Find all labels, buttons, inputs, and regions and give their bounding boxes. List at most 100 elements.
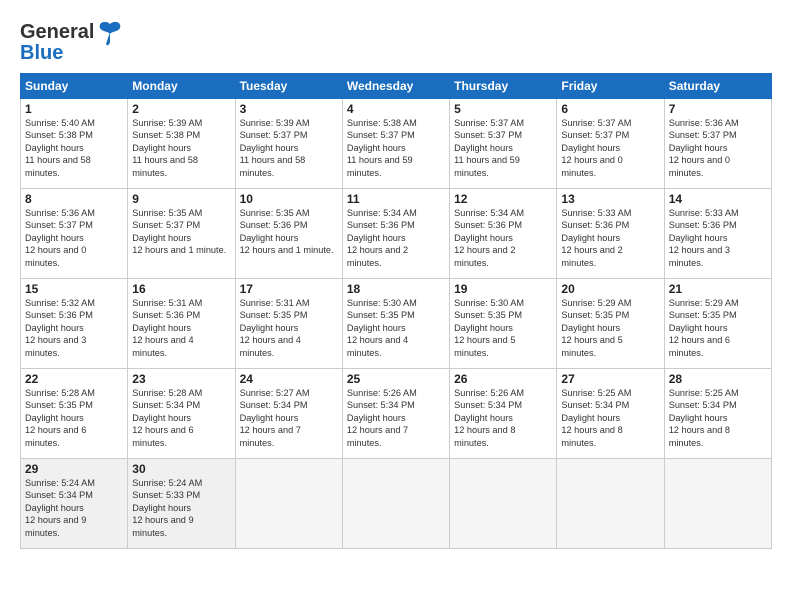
cell-text: Sunrise: 5:39 AMSunset: 5:37 PMDaylight … — [240, 117, 338, 179]
calendar-cell — [664, 459, 771, 549]
day-number: 24 — [240, 372, 338, 386]
weekday-header-wednesday: Wednesday — [342, 74, 449, 99]
calendar-cell: 17Sunrise: 5:31 AMSunset: 5:35 PMDayligh… — [235, 279, 342, 369]
day-number: 25 — [347, 372, 445, 386]
calendar-cell: 12Sunrise: 5:34 AMSunset: 5:36 PMDayligh… — [450, 189, 557, 279]
day-number: 10 — [240, 192, 338, 206]
cell-text: Sunrise: 5:28 AMSunset: 5:34 PMDaylight … — [132, 387, 230, 449]
weekday-header-friday: Friday — [557, 74, 664, 99]
cell-text: Sunrise: 5:30 AMSunset: 5:35 PMDaylight … — [347, 297, 445, 359]
cell-text: Sunrise: 5:31 AMSunset: 5:35 PMDaylight … — [240, 297, 338, 359]
calendar-week-1: 1Sunrise: 5:40 AMSunset: 5:38 PMDaylight… — [21, 99, 772, 189]
cell-text: Sunrise: 5:24 AMSunset: 5:34 PMDaylight … — [25, 477, 123, 539]
cell-text: Sunrise: 5:40 AMSunset: 5:38 PMDaylight … — [25, 117, 123, 179]
day-number: 22 — [25, 372, 123, 386]
cell-text: Sunrise: 5:36 AMSunset: 5:37 PMDaylight … — [669, 117, 767, 179]
calendar-cell: 27Sunrise: 5:25 AMSunset: 5:34 PMDayligh… — [557, 369, 664, 459]
calendar-cell: 24Sunrise: 5:27 AMSunset: 5:34 PMDayligh… — [235, 369, 342, 459]
day-number: 29 — [25, 462, 123, 476]
calendar-week-5: 29Sunrise: 5:24 AMSunset: 5:34 PMDayligh… — [21, 459, 772, 549]
cell-text: Sunrise: 5:39 AMSunset: 5:38 PMDaylight … — [132, 117, 230, 179]
cell-text: Sunrise: 5:28 AMSunset: 5:35 PMDaylight … — [25, 387, 123, 449]
day-number: 4 — [347, 102, 445, 116]
calendar-cell: 15Sunrise: 5:32 AMSunset: 5:36 PMDayligh… — [21, 279, 128, 369]
day-number: 20 — [561, 282, 659, 296]
calendar-cell: 6Sunrise: 5:37 AMSunset: 5:37 PMDaylight… — [557, 99, 664, 189]
day-number: 30 — [132, 462, 230, 476]
cell-text: Sunrise: 5:36 AMSunset: 5:37 PMDaylight … — [25, 207, 123, 269]
day-number: 16 — [132, 282, 230, 296]
calendar-cell: 21Sunrise: 5:29 AMSunset: 5:35 PMDayligh… — [664, 279, 771, 369]
day-number: 6 — [561, 102, 659, 116]
cell-text: Sunrise: 5:29 AMSunset: 5:35 PMDaylight … — [561, 297, 659, 359]
calendar-cell: 16Sunrise: 5:31 AMSunset: 5:36 PMDayligh… — [128, 279, 235, 369]
calendar-cell — [557, 459, 664, 549]
day-number: 21 — [669, 282, 767, 296]
calendar-cell: 3Sunrise: 5:39 AMSunset: 5:37 PMDaylight… — [235, 99, 342, 189]
day-number: 9 — [132, 192, 230, 206]
calendar-week-2: 8Sunrise: 5:36 AMSunset: 5:37 PMDaylight… — [21, 189, 772, 279]
day-number: 26 — [454, 372, 552, 386]
weekday-header-sunday: Sunday — [21, 74, 128, 99]
day-number: 1 — [25, 102, 123, 116]
cell-text: Sunrise: 5:38 AMSunset: 5:37 PMDaylight … — [347, 117, 445, 179]
cell-text: Sunrise: 5:33 AMSunset: 5:36 PMDaylight … — [561, 207, 659, 269]
day-number: 18 — [347, 282, 445, 296]
cell-text: Sunrise: 5:34 AMSunset: 5:36 PMDaylight … — [454, 207, 552, 269]
day-number: 5 — [454, 102, 552, 116]
day-number: 11 — [347, 192, 445, 206]
day-number: 12 — [454, 192, 552, 206]
page: General Blue SundayMondayTuesdayWednesda… — [0, 0, 792, 612]
calendar-cell: 2Sunrise: 5:39 AMSunset: 5:38 PMDaylight… — [128, 99, 235, 189]
cell-text: Sunrise: 5:34 AMSunset: 5:36 PMDaylight … — [347, 207, 445, 269]
day-number: 14 — [669, 192, 767, 206]
day-number: 8 — [25, 192, 123, 206]
cell-text: Sunrise: 5:27 AMSunset: 5:34 PMDaylight … — [240, 387, 338, 449]
calendar-cell: 18Sunrise: 5:30 AMSunset: 5:35 PMDayligh… — [342, 279, 449, 369]
weekday-header-saturday: Saturday — [664, 74, 771, 99]
cell-text: Sunrise: 5:30 AMSunset: 5:35 PMDaylight … — [454, 297, 552, 359]
calendar-cell: 8Sunrise: 5:36 AMSunset: 5:37 PMDaylight… — [21, 189, 128, 279]
calendar-cell: 23Sunrise: 5:28 AMSunset: 5:34 PMDayligh… — [128, 369, 235, 459]
cell-text: Sunrise: 5:37 AMSunset: 5:37 PMDaylight … — [561, 117, 659, 179]
day-number: 15 — [25, 282, 123, 296]
calendar-cell: 29Sunrise: 5:24 AMSunset: 5:34 PMDayligh… — [21, 459, 128, 549]
calendar-cell: 20Sunrise: 5:29 AMSunset: 5:35 PMDayligh… — [557, 279, 664, 369]
calendar-cell: 9Sunrise: 5:35 AMSunset: 5:37 PMDaylight… — [128, 189, 235, 279]
calendar-cell: 26Sunrise: 5:26 AMSunset: 5:34 PMDayligh… — [450, 369, 557, 459]
calendar-cell: 7Sunrise: 5:36 AMSunset: 5:37 PMDaylight… — [664, 99, 771, 189]
logo-general: General — [20, 21, 94, 44]
calendar-week-4: 22Sunrise: 5:28 AMSunset: 5:35 PMDayligh… — [21, 369, 772, 459]
calendar-cell: 30Sunrise: 5:24 AMSunset: 5:33 PMDayligh… — [128, 459, 235, 549]
weekday-header-thursday: Thursday — [450, 74, 557, 99]
header: General Blue — [20, 18, 772, 65]
weekday-header-monday: Monday — [128, 74, 235, 99]
cell-text: Sunrise: 5:24 AMSunset: 5:33 PMDaylight … — [132, 477, 230, 539]
cell-text: Sunrise: 5:33 AMSunset: 5:36 PMDaylight … — [669, 207, 767, 269]
calendar-cell: 5Sunrise: 5:37 AMSunset: 5:37 PMDaylight… — [450, 99, 557, 189]
logo-blue: Blue — [20, 42, 63, 65]
calendar-cell: 1Sunrise: 5:40 AMSunset: 5:38 PMDaylight… — [21, 99, 128, 189]
cell-text: Sunrise: 5:25 AMSunset: 5:34 PMDaylight … — [561, 387, 659, 449]
cell-text: Sunrise: 5:35 AMSunset: 5:36 PMDaylight … — [240, 207, 338, 257]
cell-text: Sunrise: 5:37 AMSunset: 5:37 PMDaylight … — [454, 117, 552, 179]
calendar-cell: 25Sunrise: 5:26 AMSunset: 5:34 PMDayligh… — [342, 369, 449, 459]
cell-text: Sunrise: 5:31 AMSunset: 5:36 PMDaylight … — [132, 297, 230, 359]
logo: General Blue — [20, 18, 124, 65]
day-number: 23 — [132, 372, 230, 386]
cell-text: Sunrise: 5:32 AMSunset: 5:36 PMDaylight … — [25, 297, 123, 359]
calendar-week-3: 15Sunrise: 5:32 AMSunset: 5:36 PMDayligh… — [21, 279, 772, 369]
day-number: 13 — [561, 192, 659, 206]
day-number: 17 — [240, 282, 338, 296]
calendar-cell — [450, 459, 557, 549]
cell-text: Sunrise: 5:29 AMSunset: 5:35 PMDaylight … — [669, 297, 767, 359]
day-number: 3 — [240, 102, 338, 116]
calendar-cell: 19Sunrise: 5:30 AMSunset: 5:35 PMDayligh… — [450, 279, 557, 369]
day-number: 2 — [132, 102, 230, 116]
calendar-cell: 28Sunrise: 5:25 AMSunset: 5:34 PMDayligh… — [664, 369, 771, 459]
calendar-table: SundayMondayTuesdayWednesdayThursdayFrid… — [20, 73, 772, 549]
calendar-cell: 13Sunrise: 5:33 AMSunset: 5:36 PMDayligh… — [557, 189, 664, 279]
weekday-header-tuesday: Tuesday — [235, 74, 342, 99]
calendar-cell — [342, 459, 449, 549]
calendar-cell: 4Sunrise: 5:38 AMSunset: 5:37 PMDaylight… — [342, 99, 449, 189]
